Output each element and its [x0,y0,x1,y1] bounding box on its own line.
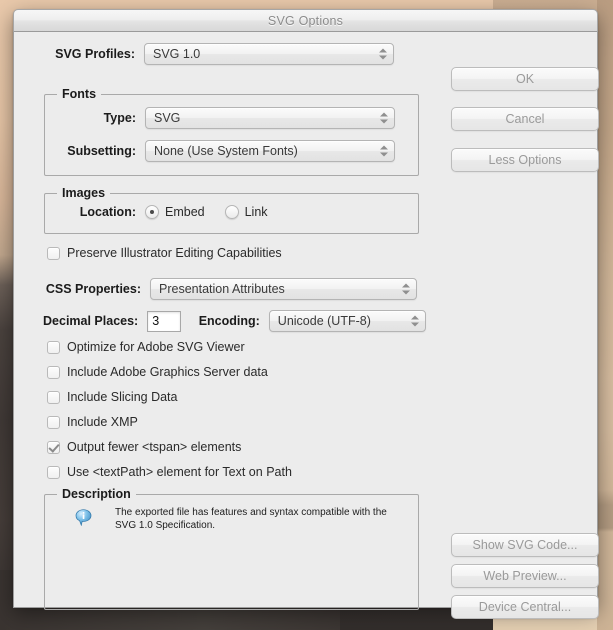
fonts-groupbox: Fonts Type: SVG Subsetting: None (Use Sy… [44,87,419,176]
decimal-places-value: 3 [152,314,160,328]
stepper-arrows-icon [379,111,388,126]
radio-link-label: Link [244,205,268,219]
fonts-group-label: Fonts [57,87,102,101]
css-properties-label: CSS Properties: [45,282,141,296]
dialog-titlebar[interactable]: SVG Options [13,9,598,32]
checkbox-icon [47,246,60,260]
encoding-select[interactable]: Unicode (UTF-8) [268,310,426,332]
checkbox-adobe-graphics-server-label: Include Adobe Graphics Server data [67,365,268,379]
checkbox-icon [47,415,60,429]
font-subsetting-label: Subsetting: [67,144,136,158]
svg-profiles-label: SVG Profiles: [55,47,135,61]
svg-profiles-value: SVG 1.0 [153,47,201,61]
encoding-label: Encoding: [198,314,260,328]
stepper-arrows-icon [410,314,419,329]
description-groupbox: Description The exported file has featur… [44,487,419,610]
checkbox-use-textpath[interactable]: Use <textPath> element for Text on Path [47,465,292,479]
font-subsetting-row: Subsetting: None (Use System Fonts) [15,140,415,162]
stepper-arrows-icon [379,144,388,159]
show-svg-code-button[interactable]: Show SVG Code... [451,533,599,557]
cancel-button[interactable]: Cancel [451,107,599,131]
info-icon [75,509,92,527]
page-title: SVG Options [267,13,344,28]
checkbox-icon [47,365,60,379]
radio-embed-label: Embed [165,205,205,219]
less-options-button[interactable]: Less Options [451,148,599,172]
image-location-row: Location: Embed Link [15,205,415,219]
checkbox-slicing-data[interactable]: Include Slicing Data [47,390,177,404]
checkbox-include-xmp[interactable]: Include XMP [47,415,138,429]
decimal-encoding-row: Decimal Places: 3 Encoding: Unicode (UTF… [14,310,426,332]
checkbox-use-textpath-label: Use <textPath> element for Text on Path [67,465,292,479]
dialog-body: SVG Profiles: SVG 1.0 Fonts Type: SVG Su… [14,32,599,619]
css-properties-row: CSS Properties: Presentation Attributes [14,278,426,300]
images-group-label: Images [57,186,111,200]
checkbox-icon [47,340,60,354]
options-column: SVG Profiles: SVG 1.0 Fonts Type: SVG Su… [14,32,426,610]
checkbox-output-fewer-tspan-label: Output fewer <tspan> elements [67,440,242,454]
css-properties-value: Presentation Attributes [159,282,285,296]
stepper-arrows-icon [401,282,410,297]
checkbox-slicing-data-label: Include Slicing Data [67,390,178,404]
checkbox-preserve-editing-label: Preserve Illustrator Editing Capabilitie… [67,246,282,260]
stepper-arrows-icon [378,47,387,62]
svg-profiles-row: SVG Profiles: SVG 1.0 [14,43,414,65]
radio-link-icon [224,205,239,219]
ok-button[interactable]: OK [451,67,599,91]
decimal-places-label: Decimal Places: [43,314,139,328]
decimal-places-input[interactable]: 3 [147,310,181,332]
description-text: The exported file has features and synta… [115,507,387,531]
actions-column: OK Cancel Less Options Show SVG Code... … [439,32,599,619]
device-central-button[interactable]: Device Central... [451,595,599,619]
font-type-select[interactable]: SVG [145,107,395,129]
encoding-value: Unicode (UTF-8) [277,314,371,328]
checkbox-optimize-svg-viewer[interactable]: Optimize for Adobe SVG Viewer [47,340,245,354]
svg-profiles-select[interactable]: SVG 1.0 [144,43,394,65]
css-properties-select[interactable]: Presentation Attributes [150,278,417,300]
radio-link[interactable]: Link [224,205,268,219]
font-subsetting-value: None (Use System Fonts) [154,144,298,158]
images-groupbox: Images Location: Embed Link [44,186,419,234]
checkbox-icon [47,465,60,479]
checkbox-optimize-svg-viewer-label: Optimize for Adobe SVG Viewer [67,340,245,354]
checkbox-icon [47,390,60,404]
checkbox-include-xmp-label: Include XMP [67,415,138,429]
web-preview-button[interactable]: Web Preview... [451,564,599,588]
svg-options-dialog: SVG Options SVG Profiles: SVG 1.0 Fonts … [13,9,599,619]
desktop-edge-shadow [597,0,613,630]
font-type-value: SVG [154,111,181,125]
radio-embed-icon [145,205,159,219]
checkbox-preserve-editing[interactable]: Preserve Illustrator Editing Capabilitie… [47,246,282,260]
font-subsetting-select[interactable]: None (Use System Fonts) [145,140,395,162]
checkbox-output-fewer-tspan[interactable]: Output fewer <tspan> elements [47,440,241,454]
checkbox-adobe-graphics-server[interactable]: Include Adobe Graphics Server data [47,365,268,379]
radio-embed[interactable]: Embed [145,205,205,219]
font-type-label: Type: [103,111,136,125]
checkbox-checked-icon [47,440,60,454]
font-type-row: Type: SVG [15,107,415,129]
image-location-label: Location: [79,205,136,219]
